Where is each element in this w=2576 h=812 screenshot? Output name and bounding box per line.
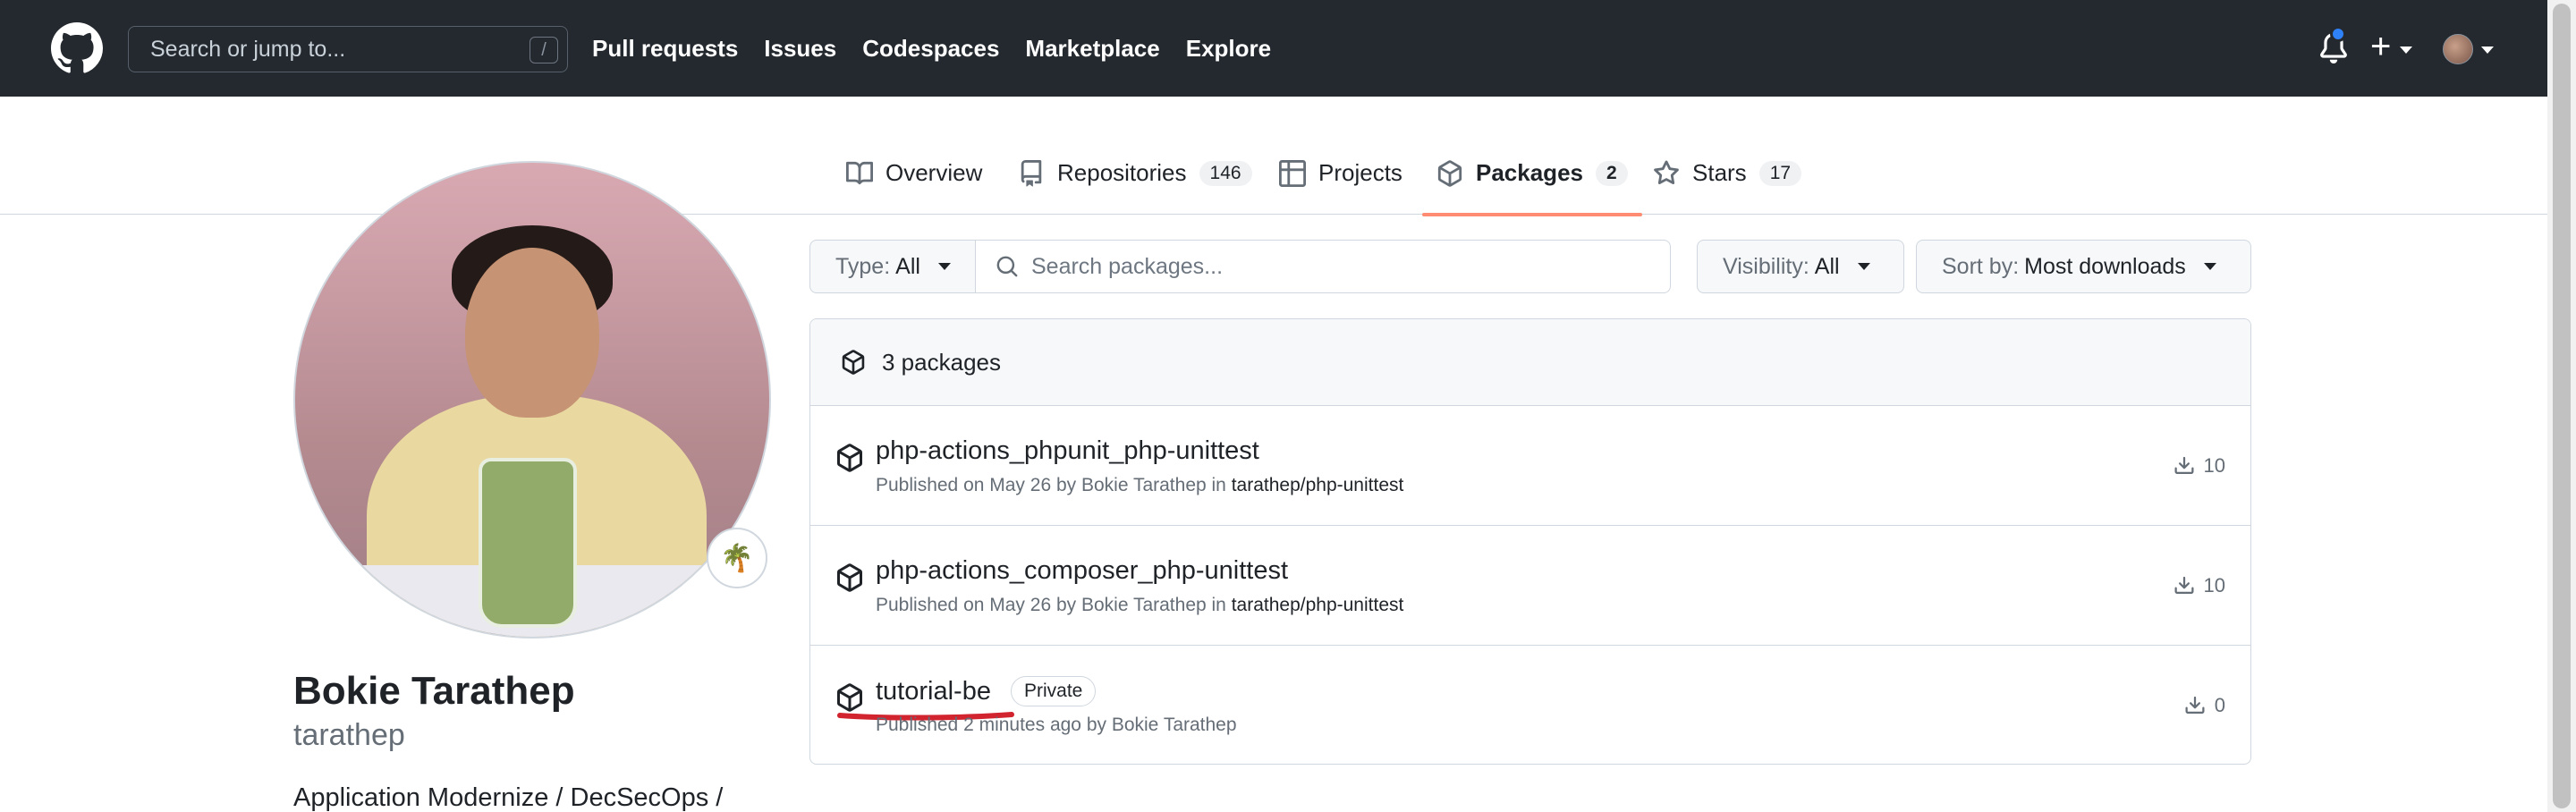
repo-icon <box>1021 160 1042 187</box>
package-row: php-actions_composer_php-unittest Publis… <box>810 526 2250 646</box>
nav-explore[interactable]: Explore <box>1186 35 1271 63</box>
profile-bio: Application Modernize / DecSecOps / <box>293 783 724 812</box>
package-search-input[interactable]: Search packages... <box>975 240 1671 293</box>
book-icon <box>846 161 873 185</box>
tab-overview-label: Overview <box>886 159 983 186</box>
tab-packages-label: Packages <box>1476 159 1583 186</box>
download-icon <box>2174 576 2194 594</box>
download-count: 10 <box>2174 574 2225 597</box>
table-icon <box>1279 160 1306 187</box>
type-filter-dropdown[interactable]: Type: All <box>809 240 976 293</box>
global-nav: Pull requests Issues Codespaces Marketpl… <box>592 0 1271 97</box>
package-list-header: 3 packages <box>810 319 2250 406</box>
profile-username: tarathep <box>293 718 405 752</box>
package-meta: Published on May 26 by Bokie Tarathep in… <box>876 595 1403 616</box>
search-icon <box>996 256 1018 277</box>
package-icon <box>1437 160 1462 187</box>
star-icon <box>1654 160 1679 185</box>
scrollbar-thumb[interactable] <box>2553 4 2571 808</box>
repositories-count-badge: 146 <box>1199 161 1252 186</box>
package-name-link[interactable]: php-actions_composer_php-unittest <box>876 556 1288 586</box>
github-logo-icon[interactable] <box>51 22 103 74</box>
visibility-filter-dropdown[interactable]: Visibility: All <box>1697 240 1904 293</box>
tab-packages[interactable]: Packages 2 <box>1422 159 1642 216</box>
package-name-link[interactable]: php-actions_phpunit_php-unittest <box>876 436 1259 466</box>
package-count-summary: 3 packages <box>882 348 1001 376</box>
search-shortcut-key: / <box>530 37 558 63</box>
profile-tabs: Overview Repositories 146 Projects Packa… <box>0 97 2547 216</box>
tab-stars-label: Stars <box>1692 159 1747 186</box>
container-package-icon <box>837 563 862 592</box>
package-meta: Published on May 26 by Bokie Tarathep in… <box>876 475 1403 496</box>
nav-marketplace[interactable]: Marketplace <box>1025 35 1159 63</box>
package-published-info: Published on May 26 by Bokie Tarathep in <box>876 595 1232 615</box>
package-published-info: Published on May 26 by Bokie Tarathep in <box>876 475 1232 495</box>
stars-count-badge: 17 <box>1758 161 1802 186</box>
type-filter-label: Type: <box>835 253 891 279</box>
private-badge: Private <box>1010 676 1097 706</box>
tab-repositories[interactable]: Repositories 146 <box>1018 159 1252 215</box>
profile-avatar[interactable] <box>293 161 771 639</box>
status-emoji-button[interactable]: 🌴 <box>707 528 767 588</box>
chevron-down-icon <box>937 263 951 270</box>
nav-issues[interactable]: Issues <box>764 35 836 63</box>
chevron-down-icon <box>1857 263 1870 270</box>
global-search-placeholder: Search or jump to... <box>150 36 346 62</box>
tab-stars[interactable]: Stars 17 <box>1653 159 1802 215</box>
sort-dropdown[interactable]: Sort by: Most downloads <box>1916 240 2251 293</box>
package-icon <box>842 350 865 375</box>
container-package-icon <box>837 444 862 472</box>
type-filter-value: All <box>895 253 920 279</box>
download-icon <box>2185 696 2205 714</box>
tab-projects-label: Projects <box>1318 159 1402 186</box>
sort-value: Most downloads <box>2024 253 2186 279</box>
nav-codespaces[interactable]: Codespaces <box>862 35 999 63</box>
visibility-filter-value: All <box>1814 253 1840 279</box>
download-count-value: 10 <box>2203 454 2225 477</box>
tab-projects[interactable]: Projects <box>1279 159 1402 215</box>
package-repo-link[interactable]: tarathep/php-unittest <box>1232 595 1404 615</box>
package-published-info: Published 2 minutes ago by Bokie Tarathe… <box>876 715 1237 735</box>
package-meta: Published 2 minutes ago by Bokie Tarathe… <box>876 715 1237 736</box>
download-count-value: 10 <box>2203 574 2225 596</box>
download-count: 10 <box>2174 454 2225 478</box>
packages-count-badge: 2 <box>1595 161 1628 186</box>
create-new-chevron-down-icon[interactable] <box>2400 47 2412 54</box>
user-avatar[interactable] <box>2443 34 2473 64</box>
create-new-plus-icon[interactable]: + <box>2370 29 2391 64</box>
package-row: tutorial-be Private Published 2 minutes … <box>810 646 2250 764</box>
download-count-value: 0 <box>2214 694 2225 716</box>
global-search-input[interactable]: Search or jump to... / <box>128 26 568 72</box>
nav-pull-requests[interactable]: Pull requests <box>592 35 738 63</box>
download-icon <box>2174 456 2194 474</box>
download-count: 0 <box>2184 694 2225 717</box>
tab-overview[interactable]: Overview <box>846 159 982 215</box>
tab-repositories-label: Repositories <box>1057 159 1187 186</box>
notification-indicator <box>2330 26 2346 42</box>
palm-tree-icon: 🌴 <box>720 543 754 573</box>
package-name-link[interactable]: tutorial-be <box>876 677 991 706</box>
package-repo-link[interactable]: tarathep/php-unittest <box>1232 475 1404 495</box>
package-search-placeholder: Search packages... <box>1031 253 1224 279</box>
chevron-down-icon <box>2203 263 2216 270</box>
page-scrollbar[interactable] <box>2547 0 2576 812</box>
user-menu-chevron-down-icon[interactable] <box>2481 47 2494 54</box>
profile-name: Bokie Tarathep <box>293 669 575 713</box>
package-list: 3 packages php-actions_phpunit_php-unitt… <box>809 318 2251 765</box>
package-row: php-actions_phpunit_php-unittest Publish… <box>810 406 2250 526</box>
visibility-filter-label: Visibility: <box>1723 253 1809 279</box>
sort-label: Sort by: <box>1942 253 2020 279</box>
global-header: Search or jump to... / Pull requests Iss… <box>0 0 2547 97</box>
